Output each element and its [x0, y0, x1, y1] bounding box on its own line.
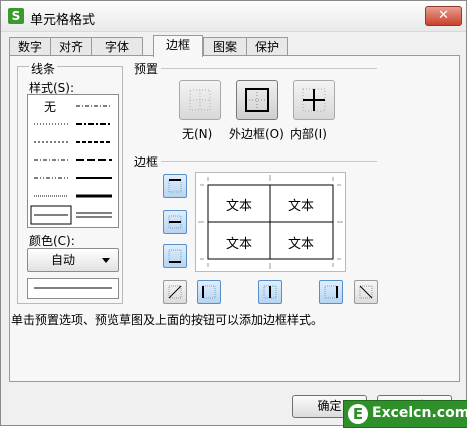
border-divider	[161, 161, 377, 162]
border-bottom-button[interactable]	[163, 244, 187, 268]
presets-title: 预置	[132, 60, 161, 77]
border-right-button[interactable]	[319, 280, 343, 304]
preset-inside-label: 内部(I)	[290, 127, 327, 141]
border-right-icon	[324, 285, 338, 299]
tab-protection[interactable]: 保护	[246, 37, 288, 56]
watermark-e-icon: E	[348, 404, 368, 424]
app-icon: S	[8, 8, 24, 24]
border-bottom-icon	[168, 249, 182, 263]
line-style-samples[interactable]	[28, 95, 118, 227]
border-diagonal-up-button[interactable]	[163, 280, 187, 304]
watermark-text: Excelcn.com	[372, 405, 467, 421]
preview-cell-text: 文本	[225, 199, 252, 214]
border-left-button[interactable]	[197, 280, 221, 304]
border-top-icon	[168, 179, 182, 193]
preset-none-icon	[189, 89, 211, 111]
preset-outline-button[interactable]	[236, 80, 278, 120]
border-diagonal-down-button[interactable]	[354, 280, 378, 304]
color-dropdown[interactable]: 自动	[27, 248, 119, 272]
tab-font[interactable]: 字体	[91, 37, 143, 56]
dialog-window: S 单元格格式 ✕ 数字 对齐 字体 边框 图案 保护 线条 样式(S): 无	[0, 0, 467, 426]
tab-alignment[interactable]: 对齐	[50, 37, 92, 56]
preview-cell-text: 文本	[287, 237, 314, 252]
hint-text: 单击预置选项、预览草图及上面的按钮可以添加边框样式。	[11, 313, 324, 327]
border-inner-horizontal-icon	[168, 215, 182, 229]
tab-pattern[interactable]: 图案	[203, 37, 247, 56]
diagonal-up-icon	[168, 285, 182, 299]
watermark-logo: E Excelcn.com	[343, 400, 467, 428]
preset-none-label: 无(N)	[182, 127, 213, 141]
title-bar[interactable]: S 单元格格式 ✕	[1, 1, 466, 32]
preset-outline-label: 外边框(O)	[229, 127, 284, 141]
preview-grid	[198, 175, 343, 269]
preset-inside-icon	[302, 88, 326, 112]
border-top-button[interactable]	[163, 174, 187, 198]
chevron-down-icon	[102, 258, 110, 263]
color-label: 颜色(C):	[27, 232, 77, 249]
diagonal-down-icon	[359, 285, 373, 299]
border-inner-horizontal-button[interactable]	[163, 210, 187, 234]
presets-divider	[161, 68, 377, 69]
border-inner-vertical-button[interactable]	[258, 280, 282, 304]
border-preview[interactable]: 文本 文本 文本 文本	[195, 172, 346, 272]
dialog-title: 单元格格式	[30, 13, 96, 28]
line-group-title: 线条	[29, 60, 58, 77]
close-button[interactable]: ✕	[425, 6, 462, 26]
border-inner-vertical-icon	[263, 285, 277, 299]
preset-none-button[interactable]	[179, 80, 221, 120]
tab-border[interactable]: 边框	[153, 35, 203, 57]
preview-cell-text: 文本	[287, 199, 314, 214]
border-group-title: 边框	[132, 153, 161, 170]
border-left-icon	[202, 285, 216, 299]
preview-cell-text: 文本	[225, 237, 252, 252]
preset-inside-button[interactable]	[293, 80, 335, 120]
preset-outline-icon	[245, 88, 269, 112]
line-style-list[interactable]: 无	[27, 94, 119, 228]
line-preview-sample	[27, 278, 119, 299]
color-value: 自动	[50, 253, 75, 267]
tab-number[interactable]: 数字	[9, 37, 51, 56]
